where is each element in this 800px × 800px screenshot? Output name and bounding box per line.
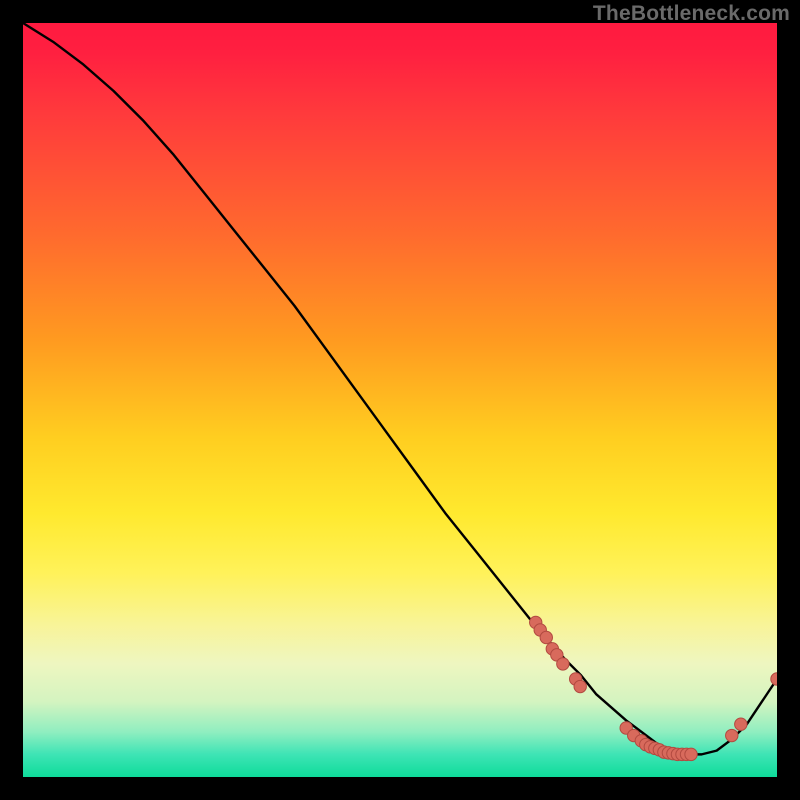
watermark-text: TheBottleneck.com (593, 2, 790, 26)
chart-stage: { "watermark": "TheBottleneck.com", "col… (0, 0, 800, 800)
plot-gradient-area (23, 23, 777, 777)
